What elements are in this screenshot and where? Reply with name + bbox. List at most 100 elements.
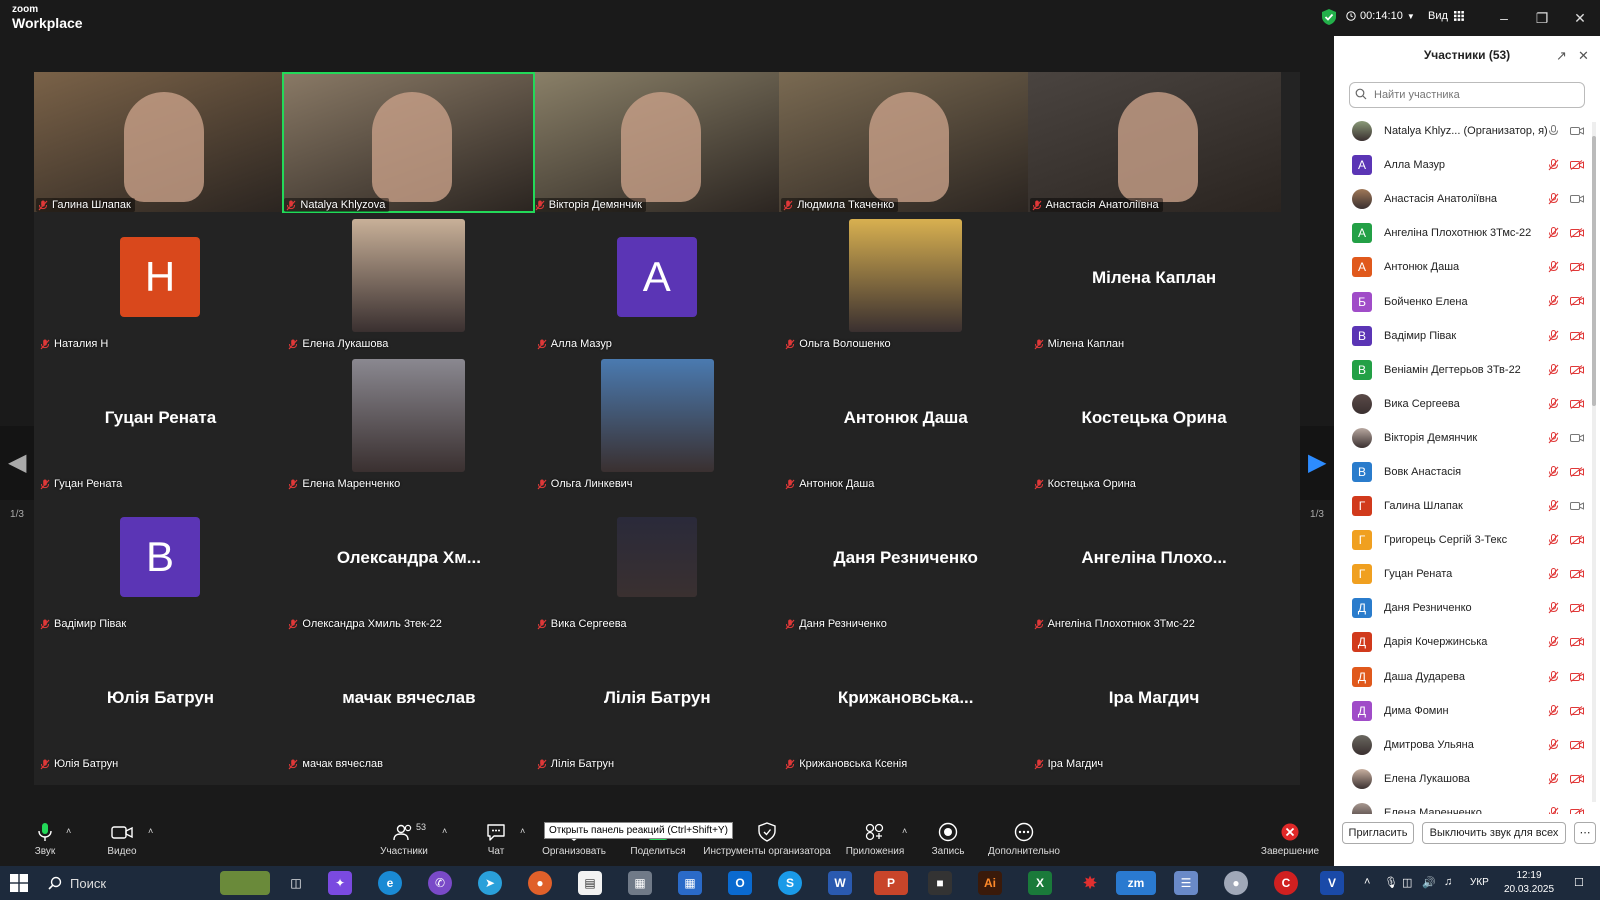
- mic-muted-icon[interactable]: [1548, 806, 1559, 814]
- camera-off-icon[interactable]: [1570, 773, 1584, 784]
- shield-icon[interactable]: [1322, 9, 1336, 25]
- mic-muted-icon[interactable]: [1548, 738, 1559, 751]
- illustrator-icon[interactable]: Ai: [978, 871, 1002, 895]
- mic-muted-icon[interactable]: [1548, 636, 1559, 648]
- books-icon[interactable]: ☰: [1174, 871, 1198, 895]
- participant-row[interactable]: Анастасія Анатоліївна: [1334, 182, 1600, 216]
- video-tile[interactable]: Ольга Волошенко: [779, 212, 1033, 353]
- telegram-icon[interactable]: ➤: [478, 871, 502, 895]
- app-redcircle-icon[interactable]: C: [1274, 871, 1298, 895]
- edge-icon[interactable]: e: [378, 871, 402, 895]
- notepad-icon[interactable]: ▤: [578, 871, 602, 895]
- app-blue-v-icon[interactable]: V: [1320, 871, 1344, 895]
- windows-start-icon[interactable]: [10, 874, 28, 892]
- participant-row[interactable]: Natalya Khlyz... (Организатор, я): [1334, 114, 1600, 148]
- skype-icon[interactable]: S: [778, 871, 802, 895]
- end-meeting-button[interactable]: Завершение: [1260, 822, 1320, 857]
- video-options-caret[interactable]: ˄: [148, 826, 153, 836]
- participant-row[interactable]: Елена Лукашова: [1334, 762, 1600, 796]
- outlook-icon[interactable]: O: [728, 871, 752, 895]
- record-button[interactable]: Запись: [928, 822, 968, 857]
- apps-button[interactable]: Приложения: [844, 822, 906, 857]
- participant-row[interactable]: Дмитрова Ульяна: [1334, 728, 1600, 762]
- participant-row[interactable]: В Вадімир Півак: [1334, 319, 1600, 353]
- video-tile[interactable]: Олександра Хм... Олександра Хмиль 3тек-22: [282, 492, 536, 633]
- video-tile[interactable]: Юлія Батрун Юлія Батрун: [34, 632, 287, 773]
- calculator-icon[interactable]: ▦: [628, 871, 652, 895]
- camera-off-icon[interactable]: [1570, 569, 1584, 580]
- participants-button[interactable]: Участники 53: [378, 822, 430, 857]
- video-tile[interactable]: Ангеліна Плохо... Ангеліна Плохотнюк 3Тмс…: [1027, 492, 1281, 633]
- mic-muted-icon[interactable]: [1548, 397, 1559, 410]
- mic-muted-icon[interactable]: [1548, 465, 1559, 478]
- mic-muted-icon[interactable]: [1548, 704, 1559, 717]
- word-icon[interactable]: W: [828, 871, 852, 895]
- participant-row[interactable]: Г Григорець Сергій 3-Текс: [1334, 523, 1600, 557]
- video-button[interactable]: Видео: [104, 822, 140, 857]
- copilot-icon[interactable]: ✦: [328, 871, 352, 895]
- keyboard-language[interactable]: УКР: [1470, 877, 1489, 888]
- popout-icon[interactable]: ↗: [1556, 48, 1567, 64]
- camera-off-icon[interactable]: [1570, 398, 1584, 409]
- participant-row[interactable]: В Вовк Анастасія: [1334, 455, 1600, 489]
- video-tile[interactable]: Вика Сергеева: [530, 492, 784, 633]
- excel-icon[interactable]: X: [1028, 871, 1052, 895]
- camera-off-icon[interactable]: [1570, 705, 1584, 716]
- video-tile[interactable]: Даня Резниченко Даня Резниченко: [779, 492, 1033, 633]
- task-view-icon[interactable]: ◫: [284, 871, 308, 895]
- mic-muted-icon[interactable]: [1548, 295, 1559, 307]
- taskbar-search[interactable]: Поиск: [48, 872, 218, 894]
- video-tile[interactable]: Ольга Линкевич: [530, 352, 784, 493]
- search-participant-input[interactable]: [1349, 82, 1585, 108]
- powerpoint-icon[interactable]: P: [874, 871, 908, 895]
- view-button[interactable]: Вид: [1428, 10, 1464, 22]
- mic-muted-icon[interactable]: [1548, 159, 1559, 171]
- video-tile[interactable]: мачак вячеслав мачак вячеслав: [282, 632, 536, 773]
- camera-off-icon[interactable]: [1570, 262, 1584, 273]
- prev-page-button[interactable]: ◀ 1/3: [0, 426, 34, 520]
- video-tile[interactable]: Вікторія Демянчик: [530, 72, 784, 213]
- minimize-button[interactable]: –: [1494, 8, 1514, 28]
- chat-button[interactable]: Чат: [478, 822, 514, 857]
- camera-off-icon[interactable]: [1570, 296, 1584, 307]
- close-window-button[interactable]: ✕: [1570, 8, 1590, 28]
- participant-row[interactable]: Д Даша Дударева: [1334, 660, 1600, 694]
- video-tile[interactable]: Мілена Каплан Мілена Каплан: [1027, 212, 1281, 353]
- mic-muted-icon[interactable]: [1548, 227, 1559, 239]
- more-button[interactable]: Дополнительно: [984, 822, 1064, 857]
- calendar-icon[interactable]: ▦: [678, 871, 702, 895]
- video-tile[interactable]: Елена Маренченко: [282, 352, 536, 493]
- tray-chevron-icon[interactable]: ˄: [1364, 876, 1370, 888]
- zoom-taskbar-icon[interactable]: zm: [1116, 871, 1156, 895]
- audio-button[interactable]: Звук: [30, 822, 60, 857]
- camera-off-icon[interactable]: [1570, 467, 1584, 477]
- video-editor-icon[interactable]: ■: [928, 871, 952, 895]
- restore-button[interactable]: ❐: [1532, 8, 1552, 28]
- camera-off-icon[interactable]: [1570, 330, 1584, 341]
- participant-row[interactable]: Елена Маренченко: [1334, 796, 1600, 814]
- camera-off-icon[interactable]: [1570, 228, 1584, 239]
- app-red-icon[interactable]: ✸: [1078, 871, 1102, 895]
- mic-muted-icon[interactable]: [1548, 431, 1559, 444]
- video-tile[interactable]: Елена Лукашова: [282, 212, 536, 353]
- tray-mic-icon[interactable]: 🎙: [1384, 876, 1398, 889]
- video-tile[interactable]: Людмила Ткаченко: [779, 72, 1033, 213]
- tray-volume-icon[interactable]: 🔊: [1422, 876, 1436, 889]
- camera-icon[interactable]: [1570, 194, 1584, 204]
- participant-row[interactable]: Г Гуцан Рената: [1334, 557, 1600, 591]
- video-tile[interactable]: Крижановська... Крижановська Ксенія: [779, 632, 1033, 773]
- participant-row[interactable]: Д Дарія Кочержинська: [1334, 625, 1600, 659]
- mic-icon[interactable]: [1548, 125, 1559, 137]
- camera-off-icon[interactable]: [1570, 603, 1584, 614]
- mic-muted-icon[interactable]: [1548, 193, 1559, 205]
- taskbar-clock[interactable]: 12:19 20.03.2025: [1498, 869, 1560, 897]
- camera-off-icon[interactable]: [1570, 671, 1584, 682]
- invite-button[interactable]: Пригласить: [1342, 822, 1414, 844]
- participant-row[interactable]: А Ангеліна Плохотнюк 3Тмс-22: [1334, 216, 1600, 250]
- mic-muted-icon[interactable]: [1548, 363, 1559, 376]
- participant-row[interactable]: Г Галина Шлапак: [1334, 489, 1600, 523]
- notifications-icon[interactable]: ☐: [1574, 876, 1584, 889]
- camera-off-icon[interactable]: [1570, 364, 1584, 375]
- camera-off-icon[interactable]: [1570, 807, 1584, 814]
- close-panel-icon[interactable]: ✕: [1578, 48, 1589, 64]
